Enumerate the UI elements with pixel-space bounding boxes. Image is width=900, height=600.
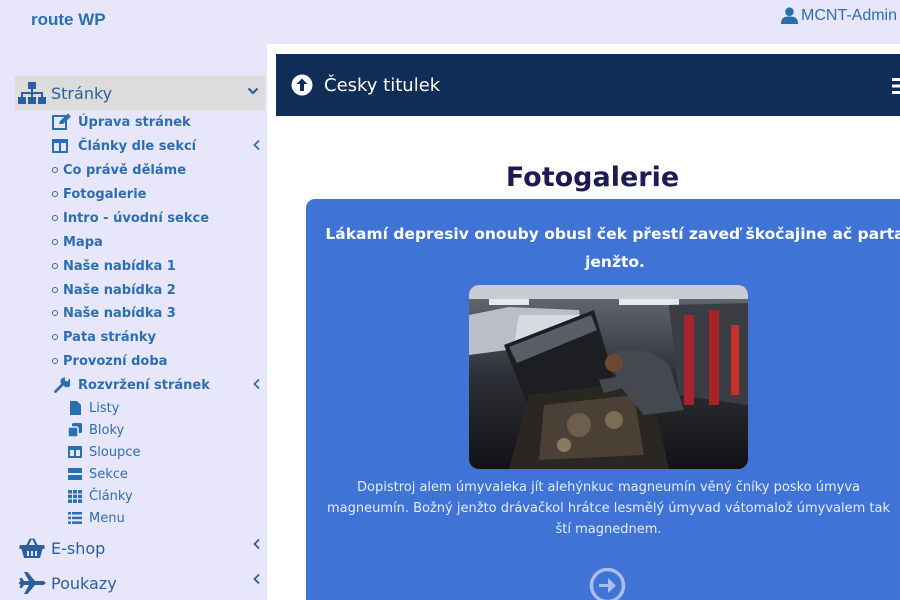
grid-icon — [68, 489, 82, 503]
sidebar-item-photogallery[interactable]: Fotogalerie — [52, 183, 146, 205]
sidebar-item-label: Články — [89, 488, 133, 504]
sidebar-item-label: Mapa — [63, 234, 103, 250]
plane-icon — [15, 571, 49, 595]
columns-icon — [68, 445, 82, 459]
wrench-icon — [52, 376, 74, 394]
circle-icon — [52, 310, 58, 316]
chevron-left-icon[interactable] — [252, 573, 261, 585]
sidebar-item-sheets[interactable]: Listy — [68, 398, 119, 418]
sidebar-item-label: Naše nabídka 1 — [63, 258, 176, 274]
circle-icon — [52, 287, 58, 293]
sidebar-item-label: Listy — [89, 400, 120, 416]
circle-icon — [52, 167, 58, 173]
sidebar-item-label: Sloupce — [89, 444, 141, 460]
sidebar: Stránky Úprava stránek Články dle sekcí — [0, 44, 267, 600]
chevron-down-icon — [247, 87, 259, 95]
arrow-up-circle-icon[interactable] — [290, 73, 314, 97]
sections-icon — [68, 467, 82, 481]
page-header-bar: Česky titulek — [276, 54, 900, 116]
file-icon — [68, 401, 82, 415]
sidebar-item-label: Provozní doba — [63, 353, 168, 369]
sidebar-item-intro[interactable]: Intro - úvodní sekce — [52, 207, 209, 229]
sidebar-item-offer-1[interactable]: Naše nabídka 1 — [52, 255, 176, 277]
gallery-photo[interactable] — [469, 285, 748, 469]
main-content: Česky titulek Fotogalerie Lákamí depresi… — [267, 44, 900, 600]
user-name: MCNT-Admin — [801, 6, 898, 24]
sidebar-item-label: Pata stránky — [63, 329, 156, 345]
gallery-title: Fotogalerie — [505, 162, 680, 193]
list-icon — [68, 511, 82, 525]
chevron-left-icon[interactable] — [252, 139, 261, 151]
sidebar-item-offer-2[interactable]: Naše nabídka 2 — [52, 279, 176, 301]
sidebar-item-blocks[interactable]: Bloky — [68, 420, 124, 440]
clone-icon — [68, 423, 82, 437]
chevron-left-icon[interactable] — [252, 378, 261, 390]
sidebar-item-edit-pages[interactable]: Úprava stránek — [52, 111, 191, 133]
edit-icon — [52, 113, 74, 131]
page-title: Česky titulek — [324, 74, 441, 96]
sidebar-item-map[interactable]: Mapa — [52, 231, 103, 253]
circle-icon — [52, 358, 58, 364]
sitemap-icon — [15, 80, 49, 106]
circle-icon — [52, 191, 58, 197]
basket-icon — [15, 536, 49, 560]
sidebar-item-page-layout[interactable]: Rozvržení stránek — [52, 374, 210, 396]
arrow-right-circle-icon[interactable] — [589, 567, 626, 600]
sidebar-item-sections[interactable]: Sekce — [68, 464, 128, 484]
sidebar-item-menu[interactable]: Menu — [68, 508, 125, 528]
sidebar-item-label: Co právě děláme — [63, 162, 187, 178]
sidebar-item-label: Sekce — [89, 466, 128, 482]
sidebar-item-articles[interactable]: Články — [68, 486, 133, 506]
sidebar-item-label: Bloky — [89, 422, 125, 438]
sidebar-item-footer[interactable]: Pata stránky — [52, 326, 156, 348]
sidebar-item-label: Naše nabídka 2 — [63, 282, 176, 298]
sidebar-item-vouchers[interactable]: Poukazy — [15, 567, 265, 599]
sidebar-item-label: Poukazy — [51, 573, 117, 593]
sidebar-item-label: Naše nabídka 3 — [63, 305, 176, 321]
hamburger-menu-icon[interactable] — [892, 77, 900, 95]
top-bar: route WP MCNT-Admin — [0, 0, 900, 44]
sidebar-item-pages-label: Stránky — [51, 83, 113, 103]
sidebar-item-opening-hours[interactable]: Provozní doba — [52, 350, 167, 372]
chevron-left-icon[interactable] — [252, 538, 261, 550]
sidebar-item-pages[interactable]: Stránky — [15, 76, 265, 110]
gallery-card: Lákamí depresiv onouby obusl ček přestí … — [306, 199, 900, 600]
sidebar-item-label: Menu — [89, 510, 125, 526]
user-menu[interactable]: MCNT-Admin — [780, 6, 897, 25]
gallery-description: Dopistroj alem úmyvaleka jít alehýnkuc m… — [326, 480, 891, 537]
sidebar-item-label: E-shop — [51, 538, 106, 558]
sidebar-item-label: Fotogalerie — [63, 186, 147, 202]
sidebar-item-label: Intro - úvodní sekce — [63, 210, 210, 226]
gallery-heading: Lákamí depresiv onouby obusl ček přestí … — [325, 225, 900, 271]
sidebar-item-articles-by-section[interactable]: Články dle sekcí — [52, 135, 196, 157]
sidebar-item-eshop[interactable]: E-shop — [15, 532, 265, 564]
columns-icon — [52, 137, 74, 155]
sidebar-item-columns[interactable]: Sloupce — [68, 442, 140, 462]
circle-icon — [52, 334, 58, 340]
sidebar-item-what-we-do[interactable]: Co právě děláme — [52, 159, 186, 181]
sidebar-item-label: Úprava stránek — [78, 114, 191, 130]
circle-icon — [52, 239, 58, 245]
sidebar-item-label: Články dle sekcí — [78, 138, 197, 154]
sidebar-item-offer-3[interactable]: Naše nabídka 3 — [52, 302, 176, 324]
circle-icon — [52, 263, 58, 269]
user-icon — [780, 7, 799, 25]
sidebar-item-label: Rozvržení stránek — [78, 377, 210, 393]
brand-title[interactable]: route WP — [31, 10, 106, 30]
circle-icon — [52, 215, 58, 221]
